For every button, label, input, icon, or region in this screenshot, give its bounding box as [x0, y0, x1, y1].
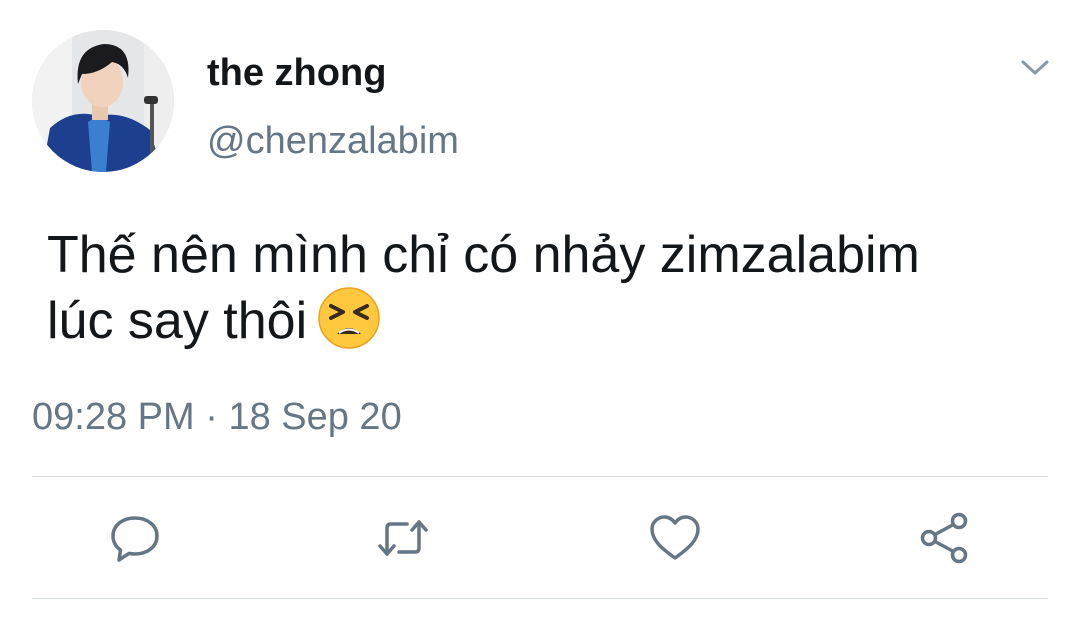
tweet-time: 09:28 PM	[32, 396, 195, 438]
avatar-image	[32, 30, 174, 172]
tweet-timestamp[interactable]: 09:28 PM · 18 Sep 20	[32, 396, 402, 439]
reply-button[interactable]	[107, 510, 163, 566]
like-icon	[650, 515, 700, 560]
reply-icon	[111, 516, 159, 562]
share-button[interactable]	[917, 510, 973, 566]
retweet-icon	[378, 520, 428, 556]
tweet-text-line-2: lúc say thôi	[47, 286, 1047, 352]
divider-top	[32, 476, 1048, 477]
divider-bottom	[32, 598, 1048, 599]
share-icon	[920, 512, 968, 564]
persevering-face-emoji-icon	[317, 286, 381, 350]
display-name[interactable]: the zhong	[207, 52, 386, 95]
like-button[interactable]	[647, 510, 703, 566]
tweet-text: Thế nên mình chỉ có nhảy zimzalabim lúc …	[47, 224, 1047, 352]
tweet-text-line-2-words: lúc say thôi	[47, 292, 308, 350]
avatar[interactable]	[32, 30, 174, 172]
tweet-date: 18 Sep 20	[228, 396, 402, 438]
user-handle[interactable]: @chenzalabim	[207, 120, 459, 163]
retweet-button[interactable]	[375, 510, 431, 566]
chevron-down-icon[interactable]	[1018, 56, 1052, 80]
timestamp-separator: ·	[205, 396, 218, 438]
tweet-card: the zhong @chenzalabim Thế nên mình chỉ …	[0, 0, 1080, 617]
tweet-text-line-1: Thế nên mình chỉ có nhảy zimzalabim	[47, 226, 920, 284]
